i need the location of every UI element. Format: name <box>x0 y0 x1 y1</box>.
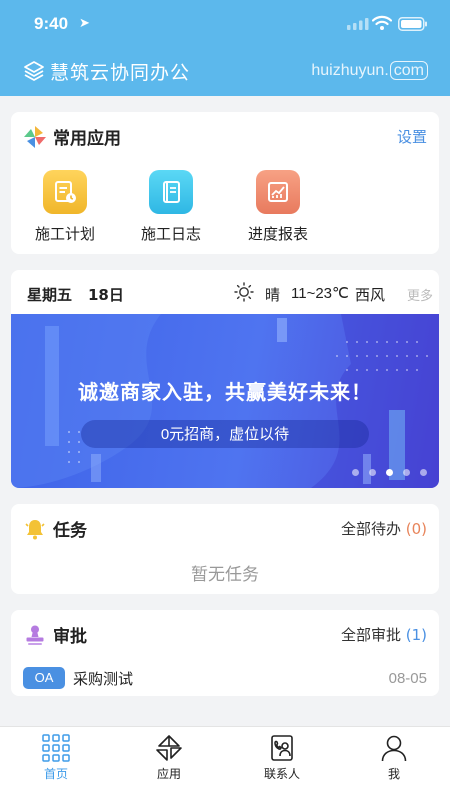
tab-home[interactable]: 首页 <box>16 733 96 782</box>
common-apps-title: 常用应用 <box>53 129 121 149</box>
app-construction-log[interactable]: 施工日志 <box>131 170 211 244</box>
tab-apps[interactable]: 应用 <box>129 733 209 782</box>
weekday: 星期五 <box>27 286 73 304</box>
weather-banner-card: 星期五 18日 晴 11~23℃ 西风 更多 诚邀商家入驻，共赢美好未来！ 0元… <box>11 270 439 488</box>
tab-label: 我 <box>387 767 400 781</box>
pinwheel-icon <box>24 125 46 148</box>
date: 18日 <box>88 286 124 304</box>
approvals-card: 审批 全部审批 (1) OA 采购测试 08-05 <box>11 610 439 696</box>
carousel-dot[interactable] <box>403 469 410 476</box>
all-approvals-link[interactable]: 全部审批 (1) <box>341 624 427 645</box>
banner-subtext-label: 招商，虚位以待 <box>184 425 290 443</box>
construction-log-icon <box>149 170 193 214</box>
all-todos-link[interactable]: 全部待办 (0) <box>341 518 427 539</box>
banner-headline: 诚邀商家入驻，共赢美好未来！ <box>78 380 372 404</box>
approvals-title: 审批 <box>53 627 87 647</box>
construction-plan-icon <box>43 170 87 214</box>
location-arrow-icon: ➤ <box>79 16 90 31</box>
tab-contacts[interactable]: 联系人 <box>242 733 322 782</box>
tasks-card: 任务 全部待办 (0) 暂无任务 <box>11 504 439 594</box>
app-title: 慧筑云协同办公 <box>50 61 191 84</box>
carousel-dot[interactable] <box>369 469 376 476</box>
wind: 西风 <box>355 286 386 304</box>
approvals-header: 审批 <box>23 622 87 647</box>
settings-link[interactable]: 设置 <box>397 126 427 147</box>
apps-icon <box>156 735 182 761</box>
bell-icon <box>25 519 45 539</box>
banner-price: 0元 <box>160 426 185 443</box>
approval-date: 08-05 <box>388 669 427 687</box>
common-apps-card: 常用应用 设置 施工计划 施工日志 进度报表 <box>11 112 439 254</box>
all-todos-label: 全部待办 <box>340 520 401 538</box>
approval-count: (1) <box>405 626 427 644</box>
temperature: 11~23℃ <box>291 285 349 302</box>
app-label: 施工计划 <box>34 225 95 243</box>
domain-suffix: com <box>389 61 428 80</box>
weather-more-link[interactable]: 更多 <box>407 285 433 304</box>
carousel-dot-active[interactable] <box>386 469 393 476</box>
carousel-dot[interactable] <box>352 469 359 476</box>
app-label: 施工日志 <box>140 225 201 243</box>
weather-condition: 晴 <box>265 286 281 304</box>
status-bar: 9:40 ➤ <box>0 10 450 38</box>
todo-count: (0) <box>405 520 427 538</box>
carousel-indicators[interactable] <box>342 469 427 476</box>
domain-label: huizhuyun. com <box>311 61 428 80</box>
sun-icon <box>234 282 254 302</box>
all-approvals-label: 全部审批 <box>340 626 401 644</box>
tasks-empty-text: 暂无任务 <box>191 565 259 585</box>
battery-icon <box>398 17 427 31</box>
contacts-icon <box>271 735 293 761</box>
tab-label: 联系人 <box>263 767 300 781</box>
brand: 慧筑云协同办公 <box>22 58 190 84</box>
approval-name: 采购测试 <box>73 669 134 688</box>
app-label: 进度报表 <box>247 225 308 243</box>
layers-logo-icon <box>24 61 44 81</box>
banner-subtext: 0元招商，虚位以待 <box>81 420 369 448</box>
common-apps-header: 常用应用 <box>23 124 121 149</box>
profile-icon <box>381 735 407 762</box>
home-grid-icon <box>42 734 70 762</box>
app-shortcuts: 施工计划 施工日志 进度报表 <box>11 170 439 243</box>
carousel-dot[interactable] <box>420 469 427 476</box>
tasks-header: 任务 <box>23 516 87 541</box>
weather-bar: 星期五 18日 晴 11~23℃ 西风 更多 <box>11 270 439 314</box>
tab-label: 首页 <box>43 767 68 781</box>
app-progress-report[interactable]: 进度报表 <box>238 170 318 244</box>
cellular-signal-icon <box>347 18 369 30</box>
app-header: 9:40 ➤ 慧筑云协同办公 huizhuyun. com <box>0 0 450 96</box>
bottom-tab-bar: 首页 应用 联系人 我 <box>0 726 450 800</box>
domain-text: huizhuyun. <box>311 62 389 79</box>
tab-label: 应用 <box>156 767 181 781</box>
approval-type-tag: OA <box>23 667 65 689</box>
tasks-title: 任务 <box>53 521 87 541</box>
promo-banner[interactable]: 诚邀商家入驻，共赢美好未来！ 0元招商，虚位以待 <box>11 314 439 488</box>
tab-me[interactable]: 我 <box>354 733 434 782</box>
app-construction-plan[interactable]: 施工计划 <box>25 170 105 244</box>
status-time: 9:40 <box>34 14 69 33</box>
approval-item[interactable]: OA 采购测试 08-05 <box>23 667 427 689</box>
progress-report-icon <box>256 170 300 214</box>
stamp-icon <box>26 625 44 645</box>
wifi-icon <box>372 15 392 30</box>
